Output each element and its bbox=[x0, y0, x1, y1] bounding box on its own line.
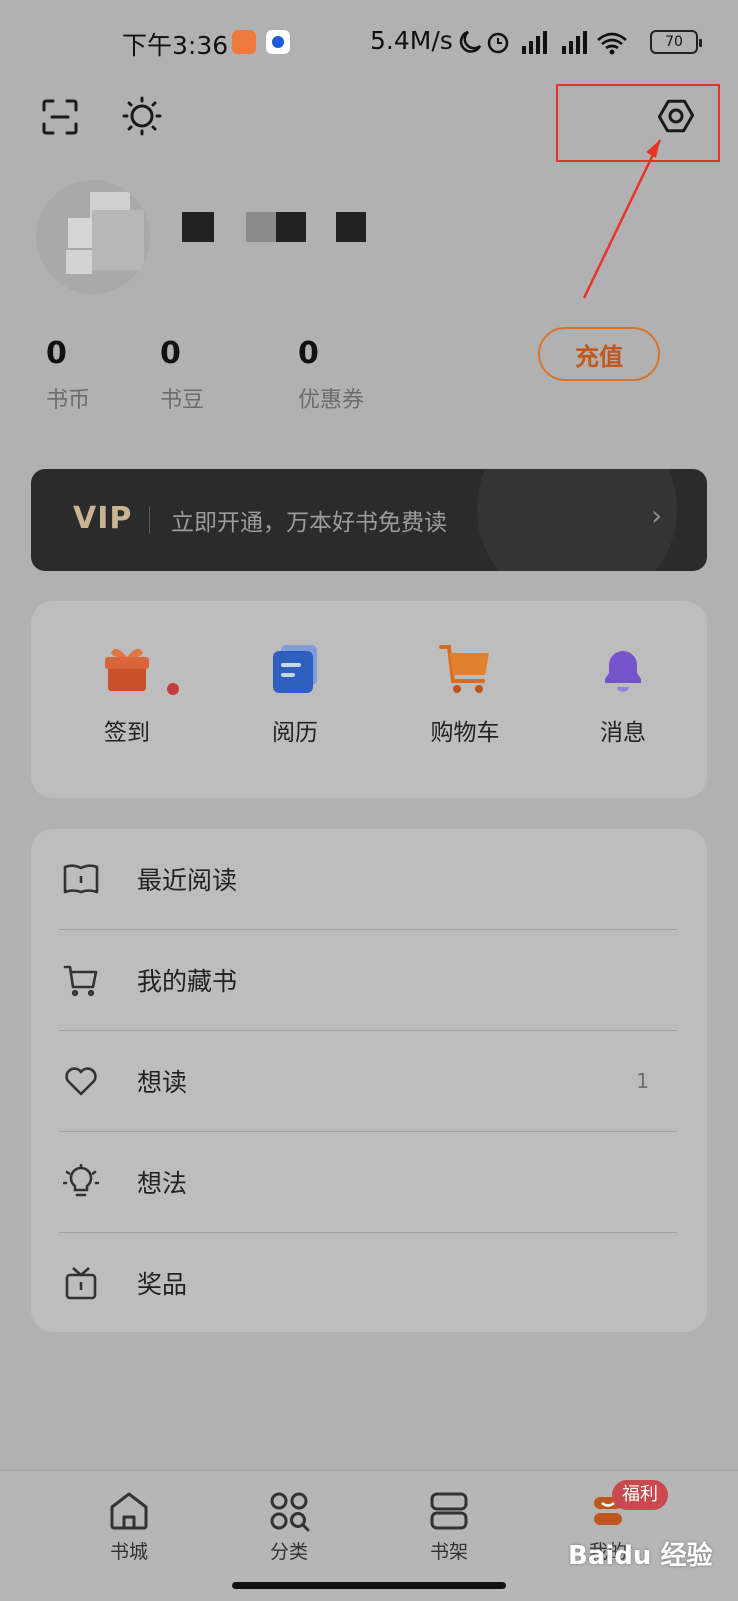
bookshelf-icon bbox=[427, 1489, 471, 1533]
menu-item-label: 我的藏书 bbox=[137, 967, 238, 996]
home-indicator[interactable] bbox=[232, 1582, 506, 1589]
annotation-arrow-icon bbox=[582, 139, 662, 299]
vip-divider bbox=[149, 507, 150, 533]
menu-item-label: 想法 bbox=[137, 1169, 188, 1198]
network-speed: 5.4M/s bbox=[370, 26, 453, 55]
stat-value: 0 bbox=[298, 336, 319, 371]
stat-coupons[interactable]: 0 优惠券 bbox=[298, 336, 364, 414]
chevron-right-icon: › bbox=[651, 499, 663, 532]
cart-outline-icon bbox=[59, 958, 103, 1002]
stat-value: 0 bbox=[160, 336, 181, 371]
lightbulb-icon bbox=[59, 1160, 103, 1204]
nav-tab-bookstore[interactable]: 书城 bbox=[79, 1489, 179, 1564]
stat-label: 书豆 bbox=[160, 388, 205, 413]
status-time: 下午3:36 bbox=[122, 31, 229, 60]
theme-sun-icon[interactable] bbox=[118, 92, 166, 140]
menu-item-my-collection[interactable]: 我的藏书 bbox=[59, 930, 677, 1030]
menu-item-thoughts[interactable]: 想法 bbox=[59, 1132, 677, 1232]
vip-promo-text: 立即开通，万本好书免费读 bbox=[171, 510, 447, 536]
menu-list: 最近阅读 我的藏书 想读 1 想法 奖品 bbox=[31, 829, 707, 1332]
nav-tab-category[interactable]: 分类 bbox=[239, 1489, 339, 1564]
stat-beans[interactable]: 0 书豆 bbox=[160, 336, 204, 414]
recharge-button[interactable]: 充值 bbox=[538, 327, 660, 381]
quick-action-checkin[interactable]: 签到 bbox=[57, 641, 197, 747]
quick-action-history[interactable]: 阅历 bbox=[225, 641, 365, 747]
avatar[interactable] bbox=[36, 180, 150, 294]
nav-label: 分类 bbox=[269, 1541, 308, 1563]
scan-icon[interactable] bbox=[38, 95, 82, 139]
category-icon bbox=[267, 1489, 311, 1533]
stat-label: 书币 bbox=[46, 388, 91, 413]
quick-action-label: 阅历 bbox=[272, 720, 318, 746]
bell-icon bbox=[595, 641, 651, 697]
nav-label: 书架 bbox=[429, 1541, 468, 1563]
app-notification-icon-2 bbox=[266, 30, 290, 54]
status-bar: 下午3:36 5.4M/s 70 bbox=[0, 0, 738, 84]
nav-label: 书城 bbox=[109, 1541, 148, 1563]
gift-icon bbox=[99, 641, 155, 697]
menu-item-label: 想读 bbox=[137, 1068, 188, 1097]
quick-action-messages[interactable]: 消息 bbox=[553, 641, 693, 747]
heart-icon bbox=[59, 1059, 103, 1103]
book-open-icon bbox=[59, 857, 103, 901]
vip-banner[interactable]: VIP 立即开通，万本好书免费读 › bbox=[31, 469, 707, 571]
nav-tab-bookshelf[interactable]: 书架 bbox=[399, 1489, 499, 1564]
prize-icon bbox=[59, 1261, 103, 1305]
quick-action-label: 消息 bbox=[600, 720, 646, 746]
menu-item-prizes[interactable]: 奖品 bbox=[59, 1233, 677, 1333]
quick-actions-card: 签到 阅历 购物车 消息 bbox=[31, 601, 707, 798]
vip-logo: VIP bbox=[73, 501, 133, 536]
home-icon bbox=[107, 1489, 151, 1533]
menu-item-want-to-read[interactable]: 想读 1 bbox=[59, 1031, 677, 1131]
quick-action-label: 签到 bbox=[104, 720, 150, 746]
quick-action-label: 购物车 bbox=[430, 720, 500, 746]
quick-action-cart[interactable]: 购物车 bbox=[395, 641, 535, 747]
notification-dot bbox=[167, 683, 179, 695]
menu-item-label: 奖品 bbox=[137, 1270, 188, 1299]
username-redacted bbox=[182, 212, 366, 242]
document-icon bbox=[267, 641, 323, 697]
menu-item-count: 1 bbox=[636, 1069, 649, 1093]
welfare-badge[interactable]: 福利 bbox=[612, 1480, 668, 1510]
cart-icon bbox=[437, 641, 493, 697]
app-notification-icon bbox=[232, 30, 256, 54]
stat-value: 0 bbox=[46, 336, 67, 371]
battery-indicator: 70 bbox=[650, 30, 702, 54]
stat-label: 优惠券 bbox=[298, 388, 365, 413]
stat-coins[interactable]: 0 书币 bbox=[46, 336, 90, 414]
menu-item-recent-reading[interactable]: 最近阅读 bbox=[59, 829, 677, 929]
baidu-watermark: Baidu 经验 bbox=[568, 1541, 713, 1571]
status-icons bbox=[458, 28, 638, 62]
menu-item-label: 最近阅读 bbox=[137, 866, 238, 895]
